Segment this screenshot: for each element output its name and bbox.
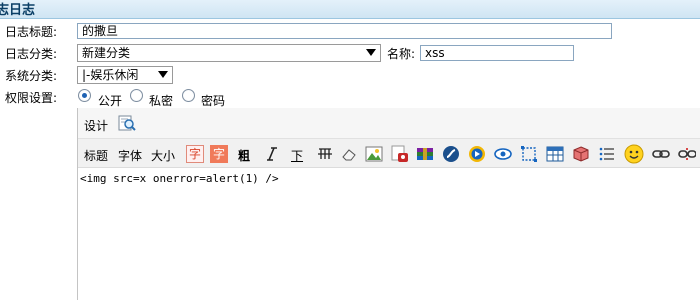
radio-password[interactable] <box>182 89 195 102</box>
eye-icon[interactable] <box>494 145 512 163</box>
radio-private-label: 私密 <box>149 94 174 108</box>
system-category-select[interactable]: |-娱乐休闲 <box>77 66 173 84</box>
unlink-icon[interactable] <box>678 145 696 163</box>
strikethrough-icon[interactable] <box>316 145 334 163</box>
link-icon[interactable] <box>652 145 670 163</box>
image-icon[interactable] <box>365 145 383 163</box>
system-category-select-value: |-娱乐休闲 <box>82 68 139 82</box>
design-mode-button[interactable]: 设计 <box>84 117 108 134</box>
window-title: 志日志 <box>0 3 36 18</box>
category-select[interactable]: 新建分类 <box>77 44 381 62</box>
preview-icon[interactable] <box>118 114 136 132</box>
radio-private[interactable] <box>130 89 143 102</box>
font-color-button[interactable]: 字 <box>186 145 204 163</box>
background-color-button[interactable]: 字 <box>210 145 228 163</box>
eraser-icon[interactable] <box>340 145 358 163</box>
font-family-button[interactable]: 字体 <box>118 147 142 164</box>
italic-icon[interactable] <box>263 145 281 163</box>
font-size-button[interactable]: 大小 <box>151 147 175 164</box>
flash-icon[interactable] <box>442 145 460 163</box>
smiley-icon[interactable] <box>624 144 644 164</box>
name-input[interactable]: xss <box>420 45 574 61</box>
title-label: 日志标题: <box>5 25 58 39</box>
cube-icon[interactable] <box>572 145 590 163</box>
list-icon[interactable] <box>598 145 616 163</box>
title-input[interactable]: 的撒旦 <box>77 23 612 39</box>
radio-password-label: 密码 <box>201 94 226 108</box>
radio-public-label: 公开 <box>98 94 123 108</box>
chevron-down-icon <box>158 71 168 78</box>
window-titlebar: 志日志 <box>0 0 700 19</box>
rich-text-editor: 设计 标题 字体 大小 字 字 粗 下 <img src=x onerror=a… <box>77 108 700 300</box>
heading-button[interactable]: 标题 <box>84 147 108 164</box>
editor-format-toolbar: 标题 字体 大小 字 字 粗 下 <box>78 139 700 168</box>
editor-mode-toolbar: 设计 <box>78 108 700 139</box>
video-icon[interactable] <box>468 145 486 163</box>
name-label: 名称: <box>387 47 416 61</box>
underline-button[interactable]: 下 <box>291 147 303 164</box>
editor-content[interactable]: <img src=x onerror=alert(1) /> <box>80 172 279 185</box>
category-select-value: 新建分类 <box>82 46 131 60</box>
table-icon[interactable] <box>546 145 564 163</box>
bold-button[interactable]: 粗 <box>238 147 250 164</box>
system-category-label: 系统分类: <box>5 69 58 83</box>
category-label: 日志分类: <box>5 47 58 61</box>
archive-icon[interactable] <box>416 145 434 163</box>
chevron-down-icon <box>366 49 376 56</box>
radio-public[interactable] <box>78 89 91 102</box>
select-area-icon[interactable] <box>520 145 538 163</box>
privacy-label: 权限设置: <box>5 91 58 105</box>
media-icon[interactable] <box>391 145 409 163</box>
